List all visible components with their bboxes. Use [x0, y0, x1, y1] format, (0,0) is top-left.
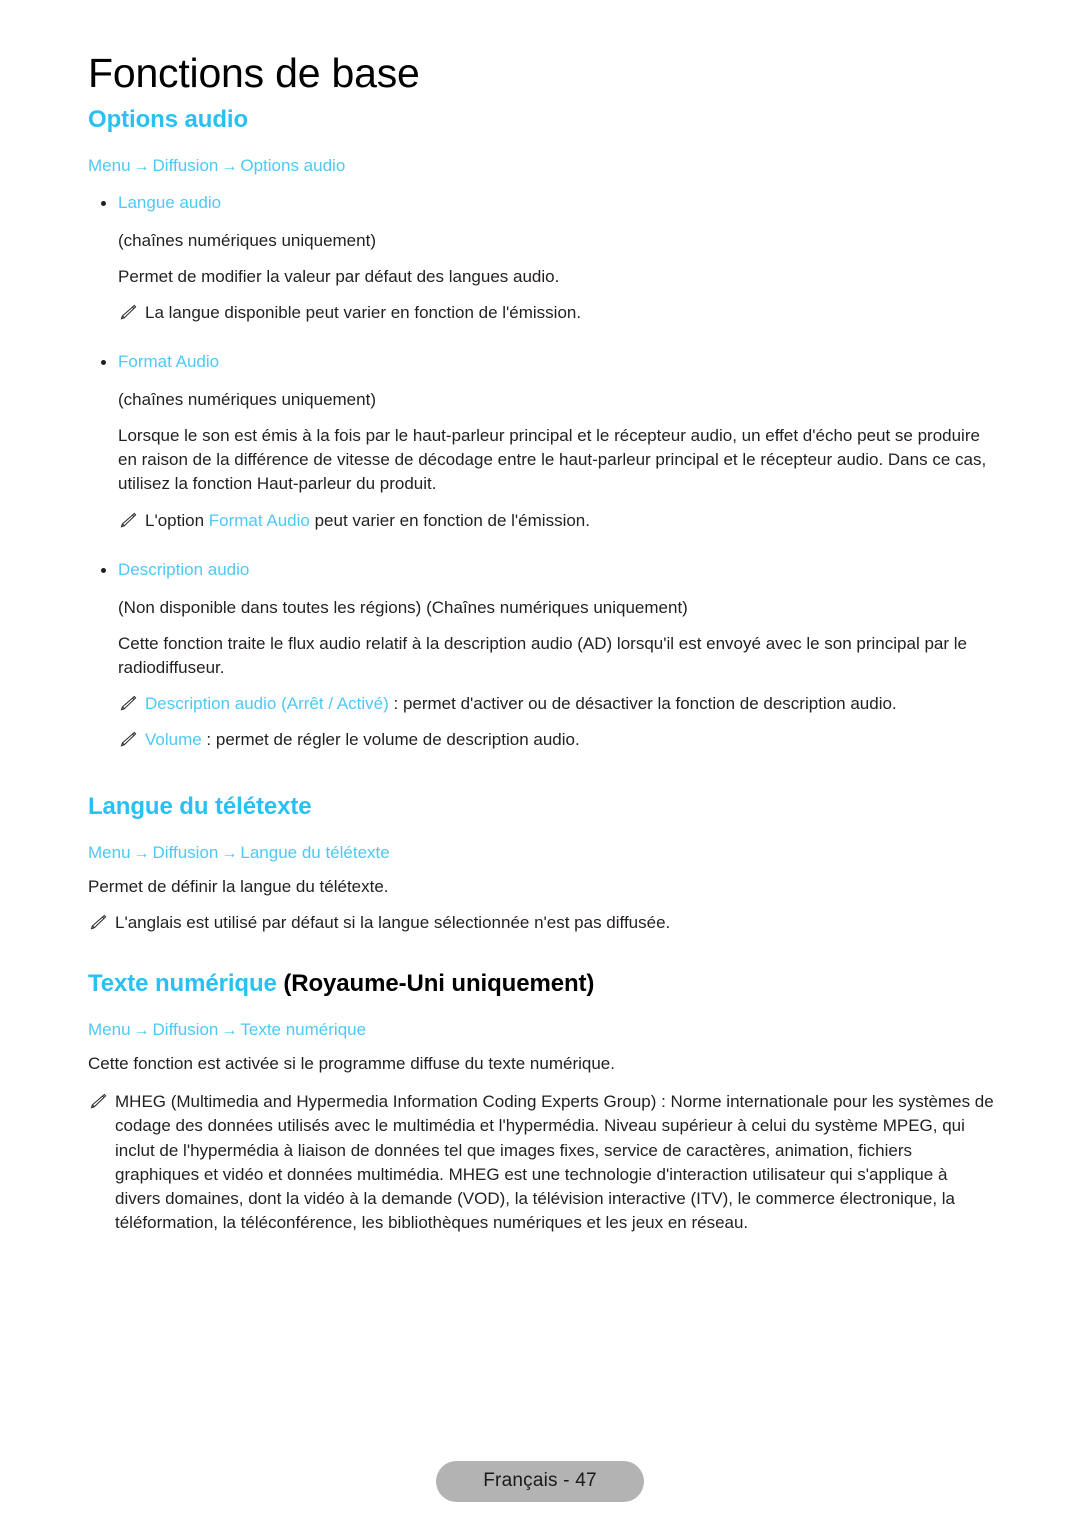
note-text-langue-teletexte: L'anglais est utilisé par défaut si la l…: [115, 913, 671, 933]
pencil-icon: [118, 695, 137, 712]
note-text-mheg: MHEG (Multimedia and Hypermedia Informat…: [115, 1092, 994, 1232]
chapter-title: Fonctions de base: [88, 50, 420, 96]
note-description-audio-suffix: : permet d'activer ou de désactiver la f…: [388, 694, 897, 714]
note-description-audio-volume: Volume : permet de régler le volume de d…: [88, 728, 994, 752]
breadcrumb-item-menu: Menu: [88, 843, 131, 863]
note-volume-suffix: : permet de régler le volume de descript…: [201, 730, 580, 750]
pencil-icon: [88, 1093, 107, 1110]
pencil-icon: [88, 914, 107, 931]
subtitle-langue-audio: (chaînes numériques uniquement): [118, 230, 376, 250]
section-heading-black-part: (Royaume-Uni uniquement): [276, 970, 595, 998]
bullet-label-format-audio: Format Audio: [118, 352, 220, 372]
section-heading-texte-numerique: Texte numérique (Royaume-Uni uniquement): [88, 969, 994, 999]
note-format-audio-suffix: peut varier en fonction de l'émission.: [309, 510, 590, 530]
body-langue-teletexte: Permet de définir la langue du télétexte…: [88, 877, 389, 897]
breadcrumb-item-options-audio: Options audio: [240, 156, 346, 176]
bullet-label-langue-audio: Langue audio: [118, 192, 222, 212]
breadcrumb-item-diffusion: Diffusion: [152, 843, 219, 863]
body-langue-audio: Permet de modifier la valeur par défaut …: [118, 266, 560, 286]
breadcrumb-langue-teletexte: Menu → Diffusion → Langue du télétexte: [88, 842, 994, 865]
note-format-audio-link: Format Audio: [208, 510, 310, 530]
page-content-column: Fonctions de base Options audio Menu → Dif…: [88, 50, 994, 1235]
note-mheg: MHEG (Multimedia and Hypermedia Informat…: [88, 1090, 994, 1235]
section-heading-options-audio: Options audio: [88, 106, 249, 134]
arrow-icon: →: [221, 158, 238, 176]
arrow-icon: →: [133, 158, 150, 176]
subtitle-format-audio: (chaînes numériques uniquement): [118, 390, 376, 410]
note-description-audio-options: (Arrêt / Activé): [281, 694, 389, 714]
body-texte-numerique: Cette fonction est activée si le program…: [88, 1054, 615, 1074]
section-heading-accent-part: Texte numérique: [88, 970, 277, 998]
arrow-icon: →: [133, 1022, 150, 1040]
breadcrumb-options-audio: Menu → Diffusion → Options audio: [88, 155, 994, 178]
subtitle-description-audio: (Non disponible dans toutes les régions)…: [118, 597, 688, 617]
page-number-badge: Français - 47: [436, 1461, 644, 1502]
arrow-icon: →: [221, 1022, 238, 1040]
breadcrumb-item-texte-numerique: Texte numérique: [240, 1020, 367, 1040]
note-description-audio-toggle: Description audio (Arrêt / Activé) : per…: [88, 692, 994, 716]
breadcrumb-item-diffusion: Diffusion: [152, 1020, 219, 1040]
arrow-icon: →: [133, 845, 150, 863]
breadcrumb-item-diffusion: Diffusion: [152, 156, 219, 176]
note-format-audio-prefix: L'option: [145, 510, 209, 530]
section-heading-langue-teletexte: Langue du télétexte: [88, 793, 312, 821]
breadcrumb-item-menu: Menu: [88, 156, 131, 176]
note-langue-audio: La langue disponible peut varier en fonc…: [88, 301, 994, 325]
list-item-langue-audio: Langue audio: [88, 192, 994, 215]
note-description-audio-link: Description audio: [145, 694, 277, 714]
breadcrumb-texte-numerique: Menu → Diffusion → Texte numérique: [88, 1019, 994, 1042]
breadcrumb-item-langue-teletexte: Langue du télétexte: [240, 843, 390, 863]
note-langue-teletexte: L'anglais est utilisé par défaut si la l…: [88, 911, 994, 935]
bullet-label-description-audio: Description audio: [118, 559, 250, 579]
list-item-format-audio: Format Audio: [88, 351, 994, 374]
note-format-audio: L'option Format Audio peut varier en fon…: [88, 509, 994, 533]
body-description-audio: Cette fonction traite le flux audio rela…: [118, 633, 967, 677]
arrow-icon: →: [221, 845, 238, 863]
pencil-icon: [118, 731, 137, 748]
manual-page: Fonctions de base Options audio Menu → Dif…: [0, 0, 1080, 1534]
breadcrumb-item-menu: Menu: [88, 1020, 131, 1040]
pencil-icon: [118, 304, 137, 321]
pencil-icon: [118, 512, 137, 529]
page-footer: Français - 47: [0, 1461, 1080, 1502]
body-format-audio: Lorsque le son est émis à la fois par le…: [118, 426, 987, 494]
list-item-description-audio: Description audio: [88, 559, 994, 582]
note-text-langue-audio: La langue disponible peut varier en fonc…: [145, 303, 582, 323]
note-volume-link: Volume: [145, 730, 202, 750]
